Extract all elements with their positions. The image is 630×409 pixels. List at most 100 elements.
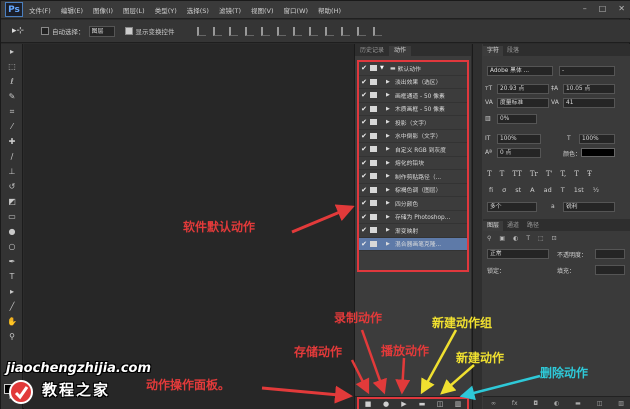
filter-smart-icon[interactable]: ⊡ [552, 235, 557, 242]
layer-style-icon[interactable]: fx [512, 400, 518, 407]
action-enabled-checkmark-icon[interactable]: ✔ [359, 78, 369, 86]
expand-right-icon[interactable]: ▶ [386, 187, 393, 193]
action-row[interactable]: ✔ ▶ 画框通道 - 50 像素 [359, 89, 467, 103]
menu-window[interactable]: 窗口(W) [284, 5, 309, 15]
show-transform-checkbox[interactable] [124, 27, 133, 35]
filter-type-icon[interactable]: T [526, 235, 530, 242]
menu-layer[interactable]: 图层(L) [123, 5, 145, 15]
eyedropper-tool-icon[interactable]: ⁄ [1, 119, 23, 134]
expand-right-icon[interactable]: ▶ [386, 160, 393, 166]
blur-tool-icon[interactable]: ● [1, 224, 23, 239]
delete-icon[interactable]: ▥ [453, 399, 463, 409]
action-enabled-checkmark-icon[interactable]: ✔ [359, 91, 369, 99]
stylistic-alternates-button[interactable]: st [515, 186, 521, 194]
crop-tool-icon[interactable]: ⌗ [1, 104, 23, 119]
dialog-toggle-icon[interactable] [370, 159, 377, 166]
vertical-scale-field[interactable]: 0% [497, 114, 537, 124]
auto-select-checkbox[interactable] [41, 27, 49, 35]
action-row[interactable]: ✔ ▶ 制作剪贴路径（... [359, 170, 467, 184]
align-hcenter-icon[interactable] [260, 26, 270, 36]
baseline-field[interactable]: 0 点 [497, 148, 541, 158]
history-brush-tool-icon[interactable]: ↺ [1, 179, 23, 194]
marquee-tool-icon[interactable]: ⬚ [1, 59, 23, 74]
maximize-button[interactable]: □ [599, 4, 607, 13]
filter-kind-icon[interactable]: ⚲ [487, 235, 491, 242]
lasso-tool-icon[interactable]: ℓ [1, 74, 23, 89]
expand-right-icon[interactable]: ▶ [386, 146, 393, 152]
dialog-toggle-icon[interactable] [370, 146, 377, 153]
action-enabled-checkmark-icon[interactable]: ✔ [359, 118, 369, 126]
action-row[interactable]: ✔ ▶ 淡出效果（选区） [359, 76, 467, 89]
expand-right-icon[interactable]: ▶ [386, 200, 393, 206]
zoom-tool-icon[interactable]: ⚲ [1, 329, 23, 344]
play-icon[interactable]: ▶ [399, 399, 409, 409]
expand-right-icon[interactable]: ▶ [386, 227, 393, 233]
tab-history[interactable]: 历史记录 [355, 46, 389, 56]
tracking-field[interactable]: 41 [563, 98, 615, 108]
distribute-left-icon[interactable] [340, 26, 350, 36]
menu-file[interactable]: 文件(F) [29, 5, 51, 15]
action-row[interactable]: ✔ ▶ 混合器画笔克隆... [359, 237, 467, 251]
healing-brush-tool-icon[interactable]: ✚ [1, 134, 23, 149]
distribute-bottom-icon[interactable] [324, 26, 334, 36]
distribute-right-icon[interactable] [372, 26, 382, 36]
expand-right-icon[interactable]: ▶ [386, 79, 393, 85]
menu-type[interactable]: 类型(Y) [155, 5, 177, 15]
expand-right-icon[interactable]: ▶ [386, 119, 393, 125]
adjustment-layer-icon[interactable]: ◐ [554, 400, 559, 407]
tab-paragraph[interactable]: 段落 [503, 46, 523, 56]
menu-image[interactable]: 图像(I) [93, 5, 113, 15]
action-row[interactable]: ✔ ▶ 自定义 RGB 到灰度 [359, 143, 467, 157]
dialog-toggle-icon[interactable] [370, 186, 377, 193]
menu-select[interactable]: 选择(S) [187, 5, 209, 15]
action-enabled-checkmark-icon[interactable]: ✔ [359, 226, 369, 234]
filter-pixel-icon[interactable]: ▣ [499, 235, 505, 242]
dialog-toggle-icon[interactable] [370, 132, 377, 139]
superscript-button[interactable]: T' [546, 170, 553, 178]
swash-button[interactable]: A [530, 186, 534, 194]
dodge-tool-icon[interactable]: ○ [1, 239, 23, 254]
dialog-toggle-icon[interactable] [370, 173, 377, 180]
fill-field[interactable] [595, 265, 625, 275]
expand-right-icon[interactable]: ▶ [386, 106, 393, 112]
path-select-tool-icon[interactable]: ▸ [1, 284, 23, 299]
action-enabled-checkmark-icon[interactable]: ✔ [359, 199, 369, 207]
close-button[interactable]: ✕ [618, 4, 625, 13]
action-row[interactable]: ✔ ▶ 木质画框 - 50 像素 [359, 103, 467, 116]
expand-right-icon[interactable]: ▶ [386, 241, 393, 247]
action-row[interactable]: ✔ ▶ 存储为 Photoshop... [359, 211, 467, 224]
scale-v-field[interactable]: 100% [497, 134, 541, 144]
old-style-button[interactable]: ½ [593, 186, 599, 194]
text-color-swatch[interactable] [581, 148, 615, 157]
language-select[interactable]: 多个 [487, 202, 537, 212]
action-enabled-checkmark-icon[interactable]: ✔ [359, 159, 369, 167]
tab-channels[interactable]: 通道 [503, 221, 523, 231]
action-enabled-checkmark-icon[interactable]: ✔ [359, 64, 369, 72]
align-top-icon[interactable] [196, 26, 206, 36]
distribute-vcenter-icon[interactable] [308, 26, 318, 36]
menu-filter[interactable]: 滤镜(T) [219, 5, 241, 15]
dialog-toggle-icon[interactable] [370, 240, 377, 247]
menu-edit[interactable]: 编辑(E) [61, 5, 83, 15]
font-style-select[interactable]: - [559, 66, 615, 76]
shape-tool-icon[interactable]: ╱ [1, 299, 23, 314]
strikethrough-button[interactable]: Ŧ [587, 170, 592, 178]
action-row[interactable]: ✔ ▶ 熔化的铅块 [359, 157, 467, 170]
expand-right-icon[interactable]: ▶ [386, 133, 393, 139]
record-icon[interactable]: ● [381, 399, 391, 409]
action-row[interactable]: ✔ ▶ 棕褐色调（图层） [359, 184, 467, 197]
dialog-toggle-icon[interactable] [370, 200, 377, 207]
align-vcenter-icon[interactable] [212, 26, 222, 36]
ligature-button[interactable]: fi [489, 186, 493, 194]
action-enabled-checkmark-icon[interactable]: ✔ [359, 172, 369, 180]
align-right-icon[interactable] [276, 26, 286, 36]
new-action-icon[interactable]: ◫ [435, 399, 445, 409]
dialog-toggle-icon[interactable] [370, 213, 377, 220]
blend-mode-select[interactable]: 正常 [487, 249, 549, 259]
small-caps-button[interactable]: Tr [530, 170, 538, 178]
align-left-icon[interactable] [244, 26, 254, 36]
type-tool-icon[interactable]: T [1, 269, 23, 284]
move-tool-icon[interactable]: ▸ [1, 44, 23, 59]
discretionary-ligature-button[interactable]: σ [502, 186, 506, 194]
layer-mask-icon[interactable]: ◘ [533, 400, 538, 407]
